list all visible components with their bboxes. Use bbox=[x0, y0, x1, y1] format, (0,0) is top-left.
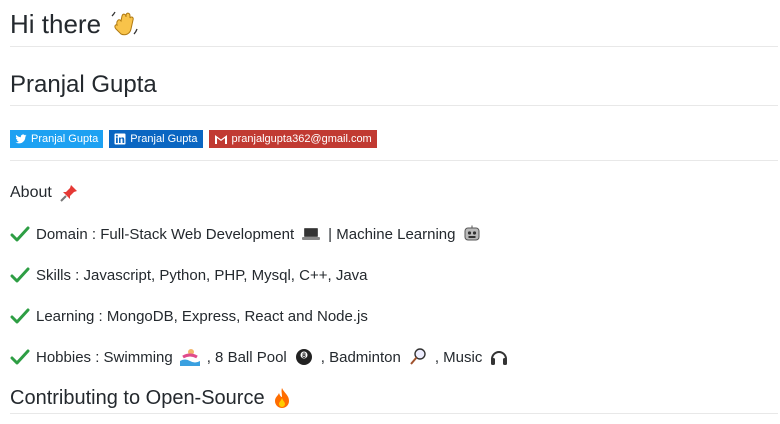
linkedin-badge[interactable]: Pranjal Gupta bbox=[109, 130, 203, 148]
check-icon bbox=[10, 267, 30, 283]
linkedin-icon bbox=[114, 133, 126, 145]
list-item-hobbies: Hobbies : Swimming , 8 Ball Pool , Badmi… bbox=[10, 345, 780, 369]
divider bbox=[10, 105, 778, 106]
greeting-text: Hi there bbox=[10, 9, 102, 39]
check-icon bbox=[10, 349, 30, 365]
about-heading: About bbox=[10, 181, 780, 205]
badminton-icon bbox=[407, 346, 429, 368]
list-item-learning: Learning : MongoDB, Express, React and N… bbox=[10, 304, 780, 328]
fire-icon bbox=[271, 387, 293, 409]
contributing-heading: Contributing to Open-Source bbox=[10, 383, 780, 413]
pushpin-icon bbox=[58, 182, 80, 204]
divider bbox=[10, 160, 778, 161]
gmail-icon bbox=[214, 135, 227, 144]
headphones-icon bbox=[488, 346, 510, 368]
check-icon bbox=[10, 226, 30, 242]
check-icon bbox=[10, 308, 30, 324]
page-title: Hi there bbox=[10, 2, 780, 46]
badge-row: Pranjal Gupta Pranjal Gupta pranjalgupta… bbox=[10, 128, 780, 150]
wave-icon bbox=[109, 9, 139, 39]
twitter-icon bbox=[15, 134, 27, 144]
robot-icon bbox=[461, 223, 483, 245]
gmail-badge[interactable]: pranjalgupta362@gmail.com bbox=[208, 130, 377, 148]
twitter-badge[interactable]: Pranjal Gupta bbox=[10, 130, 104, 148]
laptop-icon bbox=[300, 223, 322, 245]
profile-name: Pranjal Gupta bbox=[10, 71, 157, 98]
list-item-skills: Skills : Javascript, Python, PHP, Mysql,… bbox=[10, 263, 780, 287]
divider bbox=[10, 413, 778, 414]
readme-page: Hi there Pranjal Gupta Pranjal Gupta Pra… bbox=[0, 2, 780, 424]
divider bbox=[10, 46, 778, 47]
8ball-icon bbox=[293, 346, 315, 368]
list-item-domain: Domain : Full-Stack Web Development | Ma… bbox=[10, 222, 780, 246]
swimmer-icon bbox=[179, 346, 201, 368]
